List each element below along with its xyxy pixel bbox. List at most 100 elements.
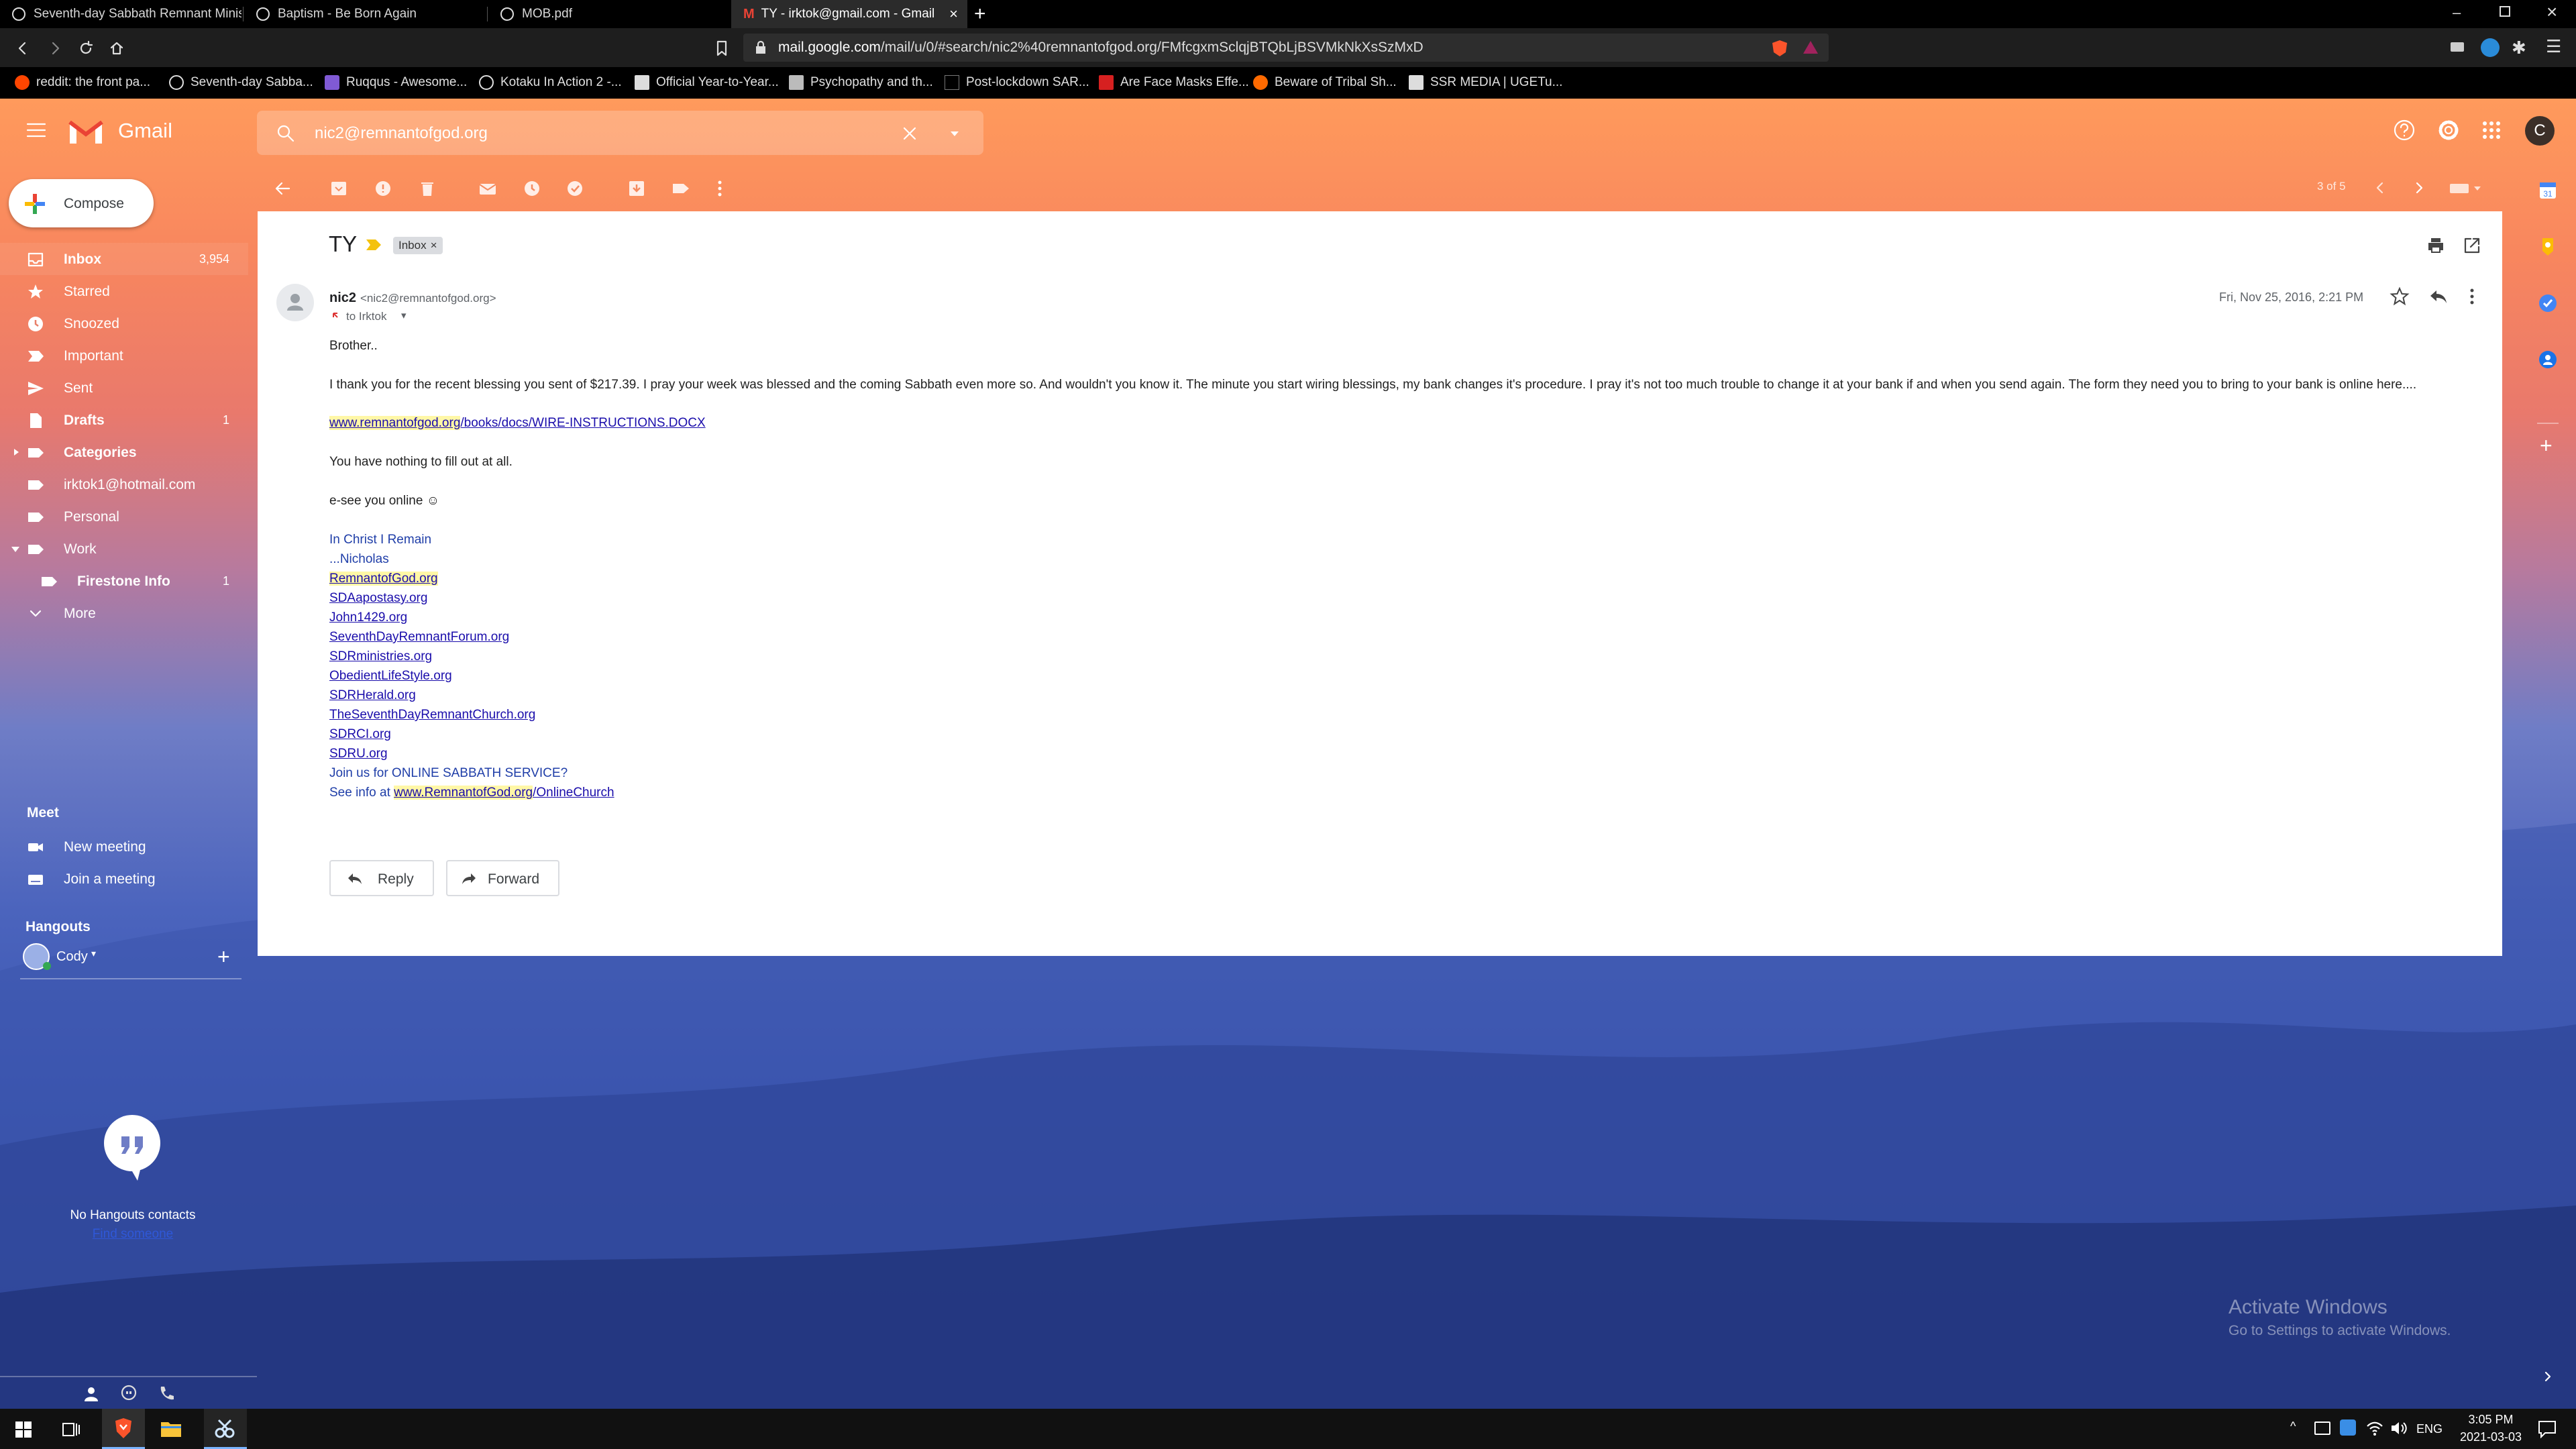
action-center-icon[interactable] <box>2537 1419 2557 1438</box>
more-message-options-icon[interactable] <box>2467 286 2477 307</box>
newer-icon[interactable] <box>2372 180 2388 196</box>
wire-instructions-link[interactable]: www.remnantofgod.org/books/docs/WIRE-INS… <box>329 416 706 431</box>
reload-icon[interactable] <box>78 40 94 56</box>
bookmark-item[interactable]: Ruqqus - Awesome... <box>325 71 467 94</box>
file-explorer-icon[interactable] <box>160 1418 182 1438</box>
mark-unread-icon[interactable] <box>478 178 498 199</box>
star-icon[interactable] <box>2390 286 2410 307</box>
search-icon[interactable] <box>276 123 296 144</box>
wifi-icon[interactable] <box>2365 1419 2384 1437</box>
sidebar-item-important[interactable]: Important <box>0 339 248 372</box>
tasks-icon[interactable] <box>2537 292 2559 314</box>
phone-icon[interactable] <box>157 1385 176 1403</box>
apps-grid-icon[interactable] <box>2481 119 2502 141</box>
window-close-button[interactable]: × <box>2546 1 2557 23</box>
find-someone-link[interactable]: Find someone <box>0 1227 266 1242</box>
address-bar[interactable]: mail.google.com/mail/u/0/#search/nic2%40… <box>743 34 1829 62</box>
sidebar-item-more[interactable]: More <box>0 597 248 629</box>
bookmark-item[interactable]: Kotaku In Action 2 -... <box>479 71 622 94</box>
calendar-icon[interactable]: 31 <box>2537 180 2559 201</box>
search-input[interactable]: nic2@remnantofgod.org <box>315 124 488 143</box>
task-view-icon[interactable] <box>62 1421 82 1438</box>
sidebar-item-work[interactable]: Work <box>0 533 248 565</box>
bookmark-item[interactable]: Official Year-to-Year... <box>635 71 779 94</box>
signature-link[interactable]: John1429.org <box>329 610 407 625</box>
tray-app-icon[interactable] <box>2340 1419 2356 1436</box>
browser-tab-active[interactable]: M TY - irktok@gmail.com - Gmail × <box>731 0 967 28</box>
sidebar-item-firestone-info[interactable]: Firestone Info 1 <box>0 565 248 597</box>
reply-icon[interactable] <box>2428 286 2449 307</box>
brave-rewards-icon[interactable] <box>1802 39 1819 56</box>
reply-button[interactable]: Reply <box>329 860 434 896</box>
bookmark-item[interactable]: Are Face Masks Effe... <box>1099 71 1249 94</box>
sidebar-item-categories[interactable]: Categories <box>0 436 248 468</box>
sender-name[interactable]: nic2 <box>329 290 356 306</box>
signature-link[interactable]: TheSeventhDayRemnantChurch.org <box>329 708 535 722</box>
sender-avatar[interactable] <box>276 284 314 321</box>
input-language-indicator[interactable]: ENG <box>2416 1422 2443 1436</box>
browser-tab[interactable]: Seventh-day Sabbath Remnant Minist <box>0 0 241 28</box>
taskbar-time[interactable]: 3:05 PM <box>2455 1413 2526 1427</box>
bookmark-item[interactable]: Psychopathy and th... <box>789 71 933 94</box>
gmail-logo-icon[interactable] <box>67 118 105 146</box>
bookmark-item[interactable]: Beware of Tribal Sh... <box>1253 71 1397 94</box>
report-spam-icon[interactable] <box>373 178 393 199</box>
new-tab-button[interactable]: + <box>974 3 986 25</box>
bookmark-item[interactable]: Post-lockdown SAR... <box>945 71 1089 94</box>
meet-now-tray-icon[interactable] <box>2314 1421 2330 1435</box>
signature-link[interactable]: RemnantofGod.org <box>329 572 438 586</box>
extension-icon[interactable] <box>2449 39 2466 56</box>
taskbar-date[interactable]: 2021-03-03 <box>2455 1430 2526 1444</box>
show-hidden-icons-icon[interactable]: ^ <box>2290 1419 2296 1434</box>
signature-link[interactable]: SDRCI.org <box>329 727 391 742</box>
new-meeting-item[interactable]: New meeting <box>0 830 248 863</box>
sidebar-item-drafts[interactable]: Drafts 1 <box>0 404 248 436</box>
get-addons-button[interactable]: + <box>2540 433 2553 458</box>
conversations-icon[interactable] <box>119 1385 138 1403</box>
signature-link[interactable]: SDRU.org <box>329 747 388 761</box>
chevron-down-icon[interactable]: ▾ <box>91 948 96 959</box>
inbox-label-chip[interactable]: Inbox × <box>393 237 443 254</box>
input-tools-icon[interactable] <box>2449 180 2483 196</box>
puzzle-icon[interactable]: ✱ <box>2512 38 2526 58</box>
more-options-icon[interactable] <box>715 178 724 199</box>
brave-browser-icon[interactable] <box>113 1417 134 1440</box>
help-icon[interactable] <box>2392 118 2416 142</box>
window-restore-button[interactable] <box>2500 6 2510 17</box>
signature-link[interactable]: ObedientLifeStyle.org <box>329 669 452 684</box>
signature-link[interactable]: SeventhDayRemnantForum.org <box>329 630 509 645</box>
search-options-icon[interactable] <box>948 127 961 140</box>
sidebar-item-snoozed[interactable]: Snoozed <box>0 307 248 339</box>
sidebar-item-inbox[interactable]: Inbox 3,954 <box>0 243 248 275</box>
delete-icon[interactable] <box>417 178 437 199</box>
account-avatar[interactable]: C <box>2525 116 2555 146</box>
clear-search-icon[interactable] <box>901 125 918 142</box>
signature-link[interactable]: SDRHerald.org <box>329 688 416 703</box>
compose-button[interactable]: Compose <box>9 179 154 227</box>
move-to-icon[interactable] <box>627 178 647 199</box>
main-menu-icon[interactable] <box>25 121 47 140</box>
older-icon[interactable] <box>2411 180 2427 196</box>
remove-label-icon[interactable]: × <box>431 239 437 252</box>
bookmark-item[interactable]: reddit: the front pa... <box>15 71 150 94</box>
labels-icon[interactable] <box>671 178 691 199</box>
forward-icon[interactable] <box>47 40 63 56</box>
back-to-list-icon[interactable] <box>272 178 292 199</box>
menu-icon[interactable]: ☰ <box>2546 36 2561 57</box>
window-minimize-button[interactable]: – <box>2453 4 2461 21</box>
snooze-icon[interactable] <box>522 178 542 199</box>
close-tab-icon[interactable]: × <box>949 5 958 23</box>
settings-gear-icon[interactable] <box>2436 118 2461 142</box>
bookmark-item[interactable]: Seventh-day Sabba... <box>169 71 313 94</box>
bookmark-item[interactable]: SSR MEDIA | UGETu... <box>1409 71 1562 94</box>
contacts-icon[interactable] <box>2537 349 2559 370</box>
bookmark-icon[interactable] <box>714 40 730 57</box>
contacts-person-icon[interactable] <box>82 1385 101 1403</box>
signature-link[interactable]: SDAapostasy.org <box>329 591 427 606</box>
back-icon[interactable] <box>15 40 31 56</box>
volume-icon[interactable] <box>2390 1419 2408 1437</box>
search-box[interactable]: nic2@remnantofgod.org <box>257 111 983 155</box>
expand-panel-icon[interactable] <box>2541 1370 2555 1383</box>
signature-link[interactable]: SDRministries.org <box>329 649 432 664</box>
snipping-tool-icon[interactable] <box>213 1418 236 1440</box>
